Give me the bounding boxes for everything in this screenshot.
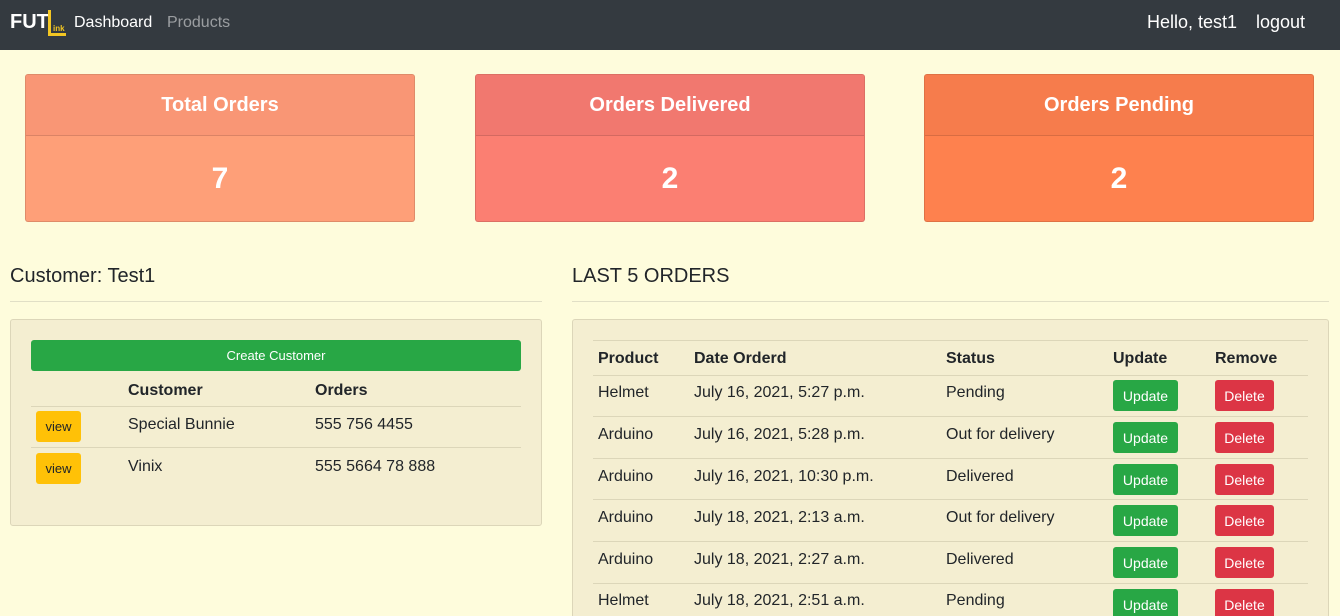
order-status: Out for delivery (946, 509, 1055, 526)
update-button[interactable]: Update (1113, 380, 1178, 411)
column-header-status: Status (946, 350, 995, 367)
order-product: Arduino (598, 509, 654, 526)
row-divider (31, 447, 521, 448)
order-status: Pending (946, 384, 1005, 401)
order-status: Delivered (946, 468, 1014, 485)
card-title: Total Orders (26, 75, 414, 136)
order-product: Helmet (598, 592, 649, 609)
customer-name: Vinix (128, 458, 163, 475)
nav-products-link[interactable]: Products (167, 13, 230, 33)
delete-button[interactable]: Delete (1215, 589, 1274, 616)
column-header-remove: Remove (1215, 350, 1278, 367)
row-divider (593, 458, 1308, 459)
view-button[interactable]: view (36, 453, 81, 484)
row-divider (593, 416, 1308, 417)
customer-section-title: Customer: Test1 (10, 265, 156, 287)
order-status: Delivered (946, 551, 1014, 568)
order-status: Out for delivery (946, 426, 1055, 443)
order-product: Arduino (598, 426, 654, 443)
divider (572, 301, 1329, 302)
delete-button[interactable]: Delete (1215, 505, 1274, 536)
total-orders-card: Total Orders 7 (25, 74, 415, 222)
update-button[interactable]: Update (1113, 589, 1178, 616)
order-product: Arduino (598, 551, 654, 568)
update-button[interactable]: Update (1113, 422, 1178, 453)
row-divider (31, 406, 521, 407)
card-value: 2 (1110, 162, 1128, 195)
customer-orders: 555 756 4455 (315, 416, 413, 433)
order-date: July 16, 2021, 5:27 p.m. (694, 384, 865, 401)
nav-dashboard-link[interactable]: Dashboard (74, 13, 152, 33)
order-product: Helmet (598, 384, 649, 401)
row-divider (593, 375, 1308, 376)
order-date: July 16, 2021, 10:30 p.m. (694, 468, 874, 485)
delete-button[interactable]: Delete (1215, 422, 1274, 453)
order-date: July 18, 2021, 2:13 a.m. (694, 509, 865, 526)
view-button[interactable]: view (36, 411, 81, 442)
card-value: 7 (211, 162, 229, 195)
update-button[interactable]: Update (1113, 505, 1178, 536)
divider (10, 301, 542, 302)
top-navbar: FUT ink Dashboard Products Hello, test1 … (0, 0, 1340, 50)
order-status: Pending (946, 592, 1005, 609)
orders-panel: Product Date Orderd Status Update Remove… (572, 319, 1329, 616)
column-header-product: Product (598, 350, 659, 367)
column-header-customer: Customer (128, 382, 203, 399)
svg-text:FUT: FUT (10, 11, 49, 33)
update-button[interactable]: Update (1113, 547, 1178, 578)
row-divider (593, 340, 1308, 341)
column-header-date: Date Orderd (694, 350, 787, 367)
customer-orders: 555 5664 78 888 (315, 458, 436, 475)
card-value: 2 (661, 162, 679, 195)
orders-pending-card: Orders Pending 2 (924, 74, 1314, 222)
customer-name: Special Bunnie (128, 416, 235, 433)
column-header-orders: Orders (315, 382, 368, 399)
logout-link[interactable]: logout (1256, 12, 1305, 32)
card-title: Orders Pending (925, 75, 1313, 136)
brand-logo[interactable]: FUT ink (10, 8, 68, 38)
create-customer-button[interactable]: Create Customer (31, 340, 521, 371)
order-date: July 18, 2021, 2:51 a.m. (694, 592, 865, 609)
column-header-update: Update (1113, 350, 1168, 367)
customer-panel: Create Customer Customer Orders view Spe… (10, 319, 542, 526)
card-title: Orders Delivered (476, 75, 864, 136)
orders-delivered-card: Orders Delivered 2 (475, 74, 865, 222)
row-divider (593, 583, 1308, 584)
svg-text:ink: ink (53, 24, 65, 33)
row-divider (593, 541, 1308, 542)
delete-button[interactable]: Delete (1215, 464, 1274, 495)
user-greeting: Hello, test1 (1147, 12, 1238, 32)
row-divider (593, 499, 1308, 500)
delete-button[interactable]: Delete (1215, 380, 1274, 411)
delete-button[interactable]: Delete (1215, 547, 1274, 578)
update-button[interactable]: Update (1113, 464, 1178, 495)
order-date: July 16, 2021, 5:28 p.m. (694, 426, 865, 443)
order-product: Arduino (598, 468, 654, 485)
orders-section-title: LAST 5 ORDERS (572, 265, 730, 287)
order-date: July 18, 2021, 2:27 a.m. (694, 551, 865, 568)
